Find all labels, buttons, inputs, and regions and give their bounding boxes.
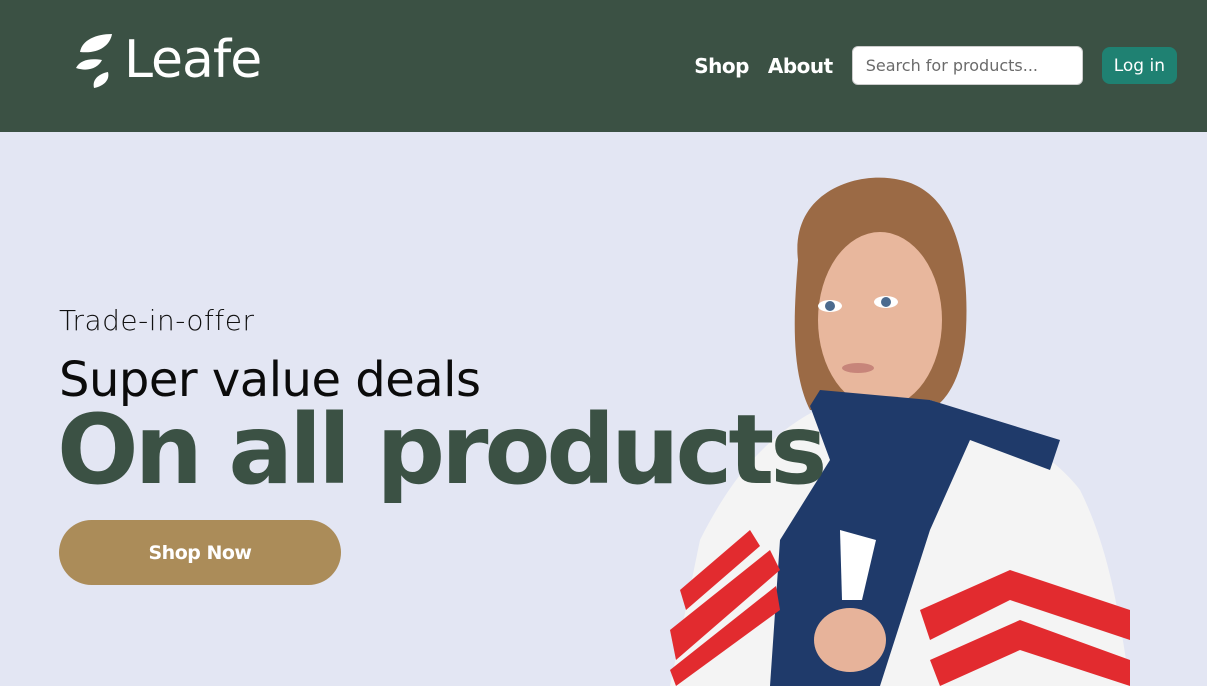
main-nav: Shop About Log in [694, 46, 1177, 85]
site-header: Leafe Shop About Log in [0, 0, 1207, 132]
search-input[interactable] [851, 46, 1083, 85]
hero-tagline: Trade-in-offer [59, 304, 255, 337]
hero-headline-big: On all products [57, 394, 827, 506]
nav-link-about[interactable]: About [768, 54, 833, 78]
login-button[interactable]: Log in [1101, 47, 1177, 84]
brand-name: Leafe [124, 30, 262, 90]
shop-now-button[interactable]: Shop Now [59, 520, 341, 585]
brand-logo[interactable]: Leafe [74, 30, 262, 90]
nav-link-shop[interactable]: Shop [694, 54, 749, 78]
leaf-icon [76, 34, 112, 88]
